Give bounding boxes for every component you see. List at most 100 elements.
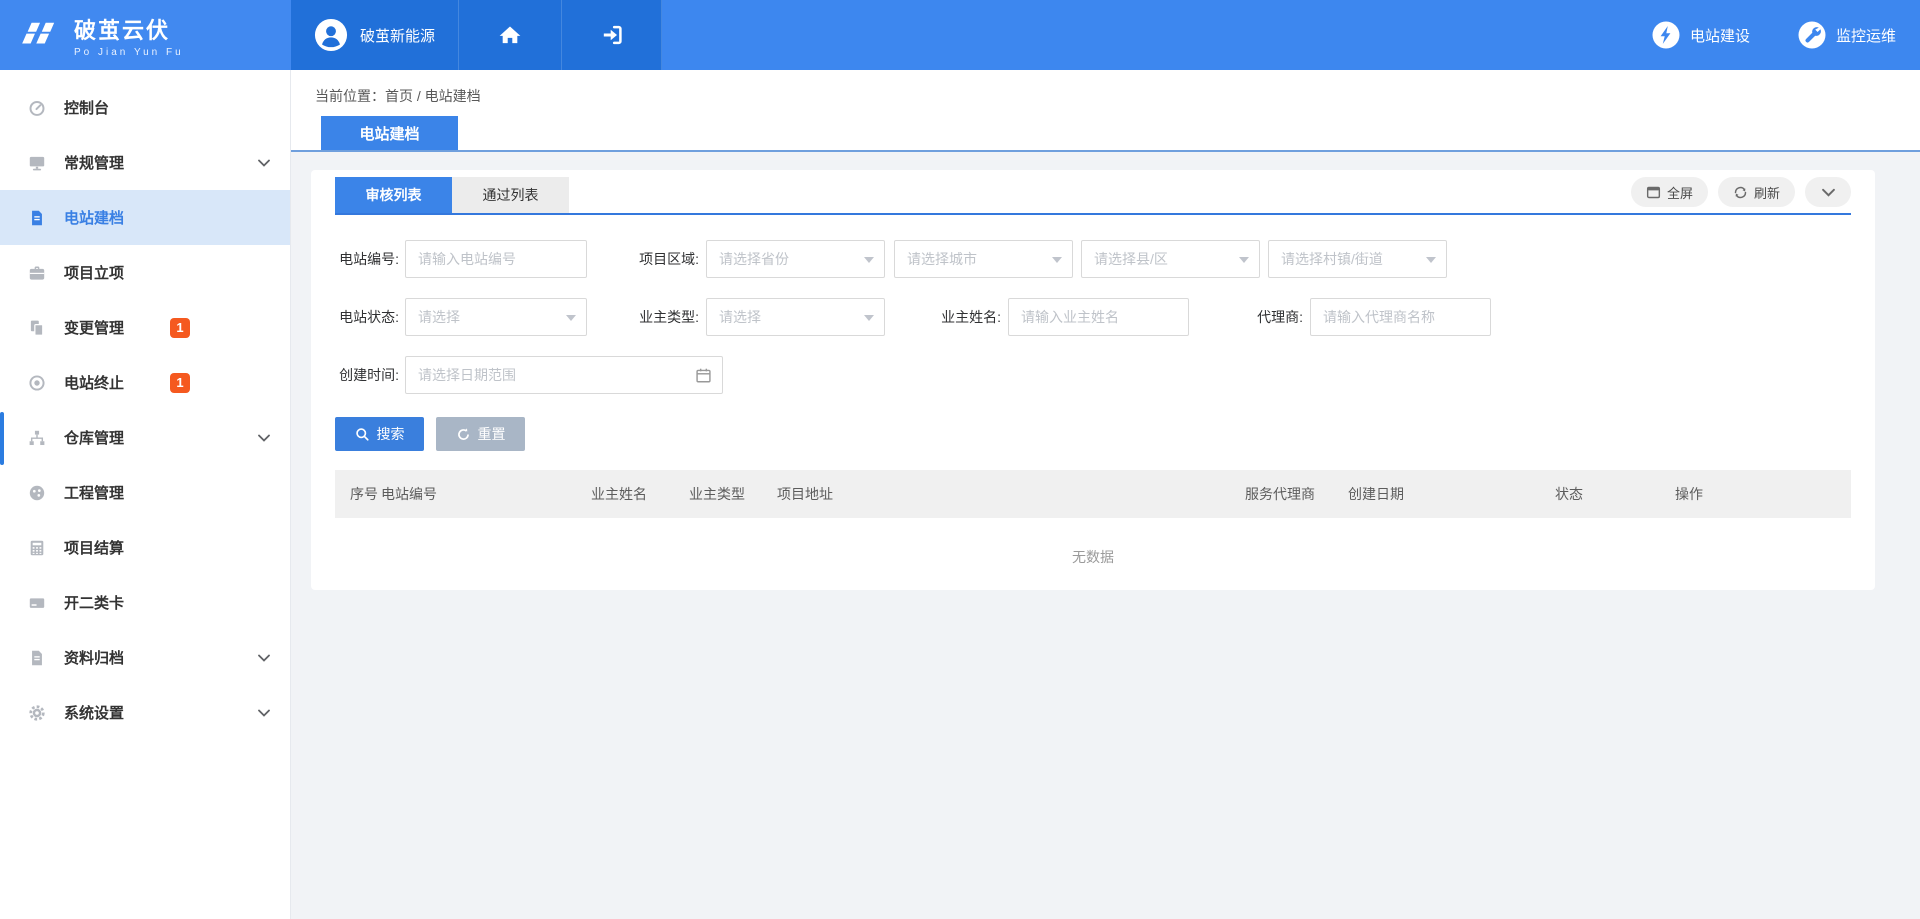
target-icon (28, 374, 46, 392)
sidebar-item-label: 控制台 (64, 97, 109, 118)
home-button[interactable] (459, 0, 562, 70)
palette-icon (28, 484, 46, 502)
fullscreen-label: 全屏 (1667, 183, 1693, 202)
station-no-input[interactable] (405, 240, 587, 278)
column-header: 创建日期 (1348, 484, 1555, 504)
search-label: 搜索 (377, 424, 405, 444)
sidebar-item-general-mgmt[interactable]: 常规管理 (0, 135, 290, 190)
logout-button[interactable] (562, 0, 662, 70)
sidebar-item-change-mgmt[interactable]: 变更管理 1 (0, 300, 290, 355)
app-monitoring-ops[interactable]: 监控运维 (1798, 21, 1896, 49)
city-select[interactable]: 请选择城市 (894, 240, 1073, 278)
owner-name-input[interactable] (1008, 298, 1189, 336)
pages-icon (28, 319, 46, 337)
filter-actions: 搜索 重置 (335, 417, 1851, 451)
content-area: 审核列表 通过列表 全屏 刷新 (291, 152, 1920, 919)
empty-state: 无数据 (335, 518, 1851, 595)
sidebar-item-engineering-mgmt[interactable]: 工程管理 (0, 465, 290, 520)
sidebar: 控制台 常规管理 电站建档 项目立项 变更管理 1 (0, 70, 291, 919)
app-label: 监控运维 (1836, 25, 1896, 46)
search-button[interactable]: 搜索 (335, 417, 424, 451)
logo-subtitle: Po Jian Yun Fu (74, 47, 184, 58)
date-range-picker[interactable]: 请选择日期范围 (405, 356, 723, 394)
sidebar-item-station-archive[interactable]: 电站建档 (0, 190, 290, 245)
caret-down-icon (864, 315, 874, 321)
station-status-label: 电站状态: (335, 298, 399, 336)
tab-review-list[interactable]: 审核列表 (335, 177, 452, 213)
fullscreen-icon (1646, 185, 1661, 200)
station-archive-panel: 审核列表 通过列表 全屏 刷新 (311, 170, 1875, 590)
sidebar-item-label: 电站终止 (64, 372, 124, 393)
filter-row-2: 电站状态: 请选择 业主类型: 请选择 业主姓名: 代理商: (335, 298, 1851, 336)
town-select[interactable]: 请选择村镇/街道 (1268, 240, 1447, 278)
sidebar-item-label: 常规管理 (64, 152, 124, 173)
county-select[interactable]: 请选择县/区 (1081, 240, 1260, 278)
sidebar-item-warehouse-mgmt[interactable]: 仓库管理 (0, 410, 290, 465)
reset-button[interactable]: 重置 (436, 417, 525, 451)
logo: 破茧云伏 Po Jian Yun Fu (0, 0, 291, 70)
station-status-placeholder: 请选择 (418, 307, 460, 327)
agent-input[interactable] (1310, 298, 1491, 336)
user-menu[interactable]: 破茧新能源 (291, 0, 459, 70)
page-tab-station-archive[interactable]: 电站建档 (321, 116, 458, 150)
sidebar-item-open-card[interactable]: 开二类卡 (0, 575, 290, 630)
results-table: 序号 电站编号 业主姓名 业主类型 项目地址 服务代理商 创建日期 状态 操作 … (335, 470, 1851, 595)
briefcase-icon (28, 264, 46, 282)
search-icon (355, 427, 370, 442)
home-icon (498, 24, 522, 46)
agent-label: 代理商: (1245, 298, 1303, 336)
app-station-construction[interactable]: 电站建设 (1652, 21, 1750, 49)
sidebar-item-label: 项目立项 (64, 262, 124, 283)
chevron-down-icon (258, 159, 270, 167)
file-icon (28, 649, 46, 667)
refresh-button[interactable]: 刷新 (1718, 177, 1795, 207)
logo-title: 破茧云伏 (74, 13, 184, 45)
caret-down-icon (566, 315, 576, 321)
region-label: 项目区域: (631, 240, 699, 278)
header-app-switcher: 电站建设 监控运维 (1652, 0, 1920, 70)
town-select-placeholder: 请选择村镇/街道 (1281, 249, 1383, 269)
main-content: 当前位置：首页 / 电站建档 电站建档 审核列表 通过列表 全屏 刷新 (291, 70, 1920, 919)
column-header: 业主类型 (689, 484, 777, 504)
sidebar-item-label: 项目结算 (64, 537, 124, 558)
tab-passed-list[interactable]: 通过列表 (452, 177, 569, 213)
sidebar-item-data-archive[interactable]: 资料归档 (0, 630, 290, 685)
sidebar-item-project-initiation[interactable]: 项目立项 (0, 245, 290, 300)
refresh-label: 刷新 (1754, 183, 1780, 202)
calculator-icon (28, 539, 46, 557)
sidebar-item-station-termination[interactable]: 电站终止 1 (0, 355, 290, 410)
chevron-down-icon (258, 434, 270, 442)
column-header: 状态 (1555, 484, 1675, 504)
collapse-filters-button[interactable] (1805, 177, 1851, 207)
sidebar-item-label: 仓库管理 (64, 427, 124, 448)
document-icon (28, 209, 46, 227)
filter-row-1: 电站编号: 项目区域: 请选择省份 请选择城市 请选择县/区 (335, 240, 1851, 278)
notification-badge: 1 (170, 318, 190, 338)
filter-form: 电站编号: 项目区域: 请选择省份 请选择城市 请选择县/区 (335, 215, 1851, 451)
card-icon (28, 594, 46, 612)
owner-type-select[interactable]: 请选择 (706, 298, 885, 336)
caret-down-icon (1052, 257, 1062, 263)
avatar-icon (314, 18, 348, 52)
sidebar-item-project-settlement[interactable]: 项目结算 (0, 520, 290, 575)
notification-badge: 1 (170, 373, 190, 393)
date-range-placeholder: 请选择日期范围 (418, 365, 516, 385)
fullscreen-button[interactable]: 全屏 (1631, 177, 1708, 207)
refresh-icon (1733, 185, 1748, 200)
column-header: 序号 (335, 484, 381, 504)
sidebar-item-console[interactable]: 控制台 (0, 80, 290, 135)
caret-down-icon (1426, 257, 1436, 263)
county-select-placeholder: 请选择县/区 (1094, 249, 1168, 269)
sidebar-item-system-settings[interactable]: 系统设置 (0, 685, 290, 740)
sidebar-item-label: 系统设置 (64, 702, 124, 723)
calendar-icon (695, 367, 712, 384)
caret-down-icon (1239, 257, 1249, 263)
logo-icon (20, 19, 62, 51)
sidebar-item-label: 变更管理 (64, 317, 124, 338)
province-select[interactable]: 请选择省份 (706, 240, 885, 278)
app-label: 电站建设 (1690, 25, 1750, 46)
sidebar-item-label: 工程管理 (64, 482, 124, 503)
city-select-placeholder: 请选择城市 (907, 249, 977, 269)
wrench-icon (1798, 21, 1826, 49)
station-status-select[interactable]: 请选择 (405, 298, 587, 336)
